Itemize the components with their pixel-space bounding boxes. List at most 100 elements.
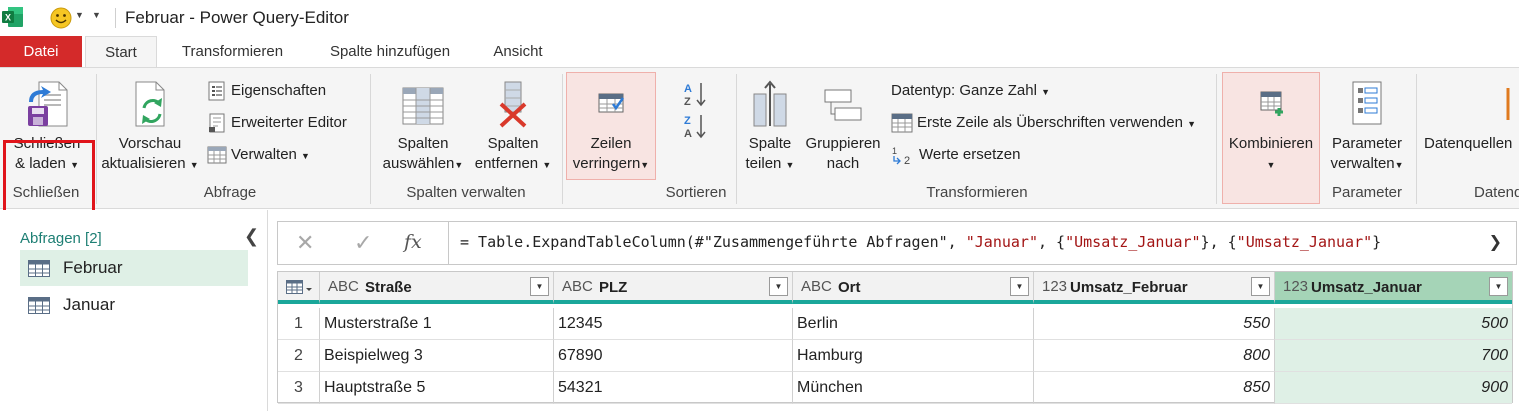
excel-logo-icon: X <box>2 7 23 27</box>
smiley-dropdown-caret-icon[interactable]: ▼ <box>75 10 84 20</box>
combine-dropdown-icon[interactable]: ▼ <box>1267 160 1276 170</box>
cancel-icon[interactable]: ✕ <box>296 230 314 256</box>
refresh-label-2: aktualisieren <box>101 155 186 172</box>
data-source-settings-button[interactable]: Datenquellen <box>1424 80 1519 154</box>
combine-label: Kombinieren <box>1228 135 1314 152</box>
replace-values-button[interactable]: 1 2 Werte ersetzen <box>891 144 1020 167</box>
first-row-dropdown-icon[interactable]: ▼ <box>1187 119 1196 129</box>
choose-columns-label-1: Spalten <box>397 135 449 152</box>
row-number[interactable]: 3 <box>278 372 320 404</box>
datatype-label: Datentyp: Ganze Zahl <box>891 82 1037 99</box>
row-number[interactable]: 1 <box>278 308 320 340</box>
reduce-rows-dropdown-icon[interactable]: ▼ <box>640 160 649 170</box>
table-cell[interactable]: 550 <box>1034 308 1275 340</box>
column-header-ort[interactable]: ABC Ort ▼ <box>793 272 1034 304</box>
refresh-dropdown-icon[interactable]: ▼ <box>190 160 199 170</box>
filter-dropdown-icon[interactable]: ▼ <box>769 277 788 296</box>
split-column-button[interactable]: Spalte teilen ▼ <box>740 80 800 175</box>
table-menu-corner[interactable] <box>278 272 320 304</box>
smiley-feedback-icon[interactable] <box>50 7 72 29</box>
tab-spalte-hinzufuegen[interactable]: Spalte hinzufügen <box>310 36 470 68</box>
table-cell[interactable]: 12345 <box>554 308 793 340</box>
group-label-transformieren: Transformieren <box>926 184 1028 201</box>
text-type-icon[interactable]: ABC <box>562 278 593 295</box>
table-cell[interactable]: Hauptstraße 5 <box>320 372 554 404</box>
table-cell[interactable]: 67890 <box>554 340 793 372</box>
collapse-pane-icon[interactable]: ❮ <box>244 226 259 247</box>
first-row-as-headers-button[interactable]: Erste Zeile als Überschriften verwenden … <box>891 112 1196 134</box>
group-separator <box>736 74 737 204</box>
reduce-rows-icon <box>598 93 625 113</box>
manage-dropdown-icon[interactable]: ▼ <box>301 151 310 161</box>
column-name: Ort <box>838 279 861 296</box>
ribbon: Schließen & laden ▼ Schließen Vorschau a… <box>0 67 1519 275</box>
table-cell[interactable]: Hamburg <box>793 340 1034 372</box>
row-number[interactable]: 2 <box>278 340 320 372</box>
table-cell[interactable]: Musterstraße 1 <box>320 308 554 340</box>
sort-descending-button[interactable]: Z A <box>683 112 713 140</box>
column-header-umsatz-februar[interactable]: 123 Umsatz_Februar ▼ <box>1034 272 1275 304</box>
manage-parameters-button[interactable]: Parameter verwalten▼ <box>1322 80 1412 175</box>
column-header-strasse[interactable]: ABC Straße ▼ <box>320 272 554 304</box>
choose-columns-button[interactable]: Spalten auswählen▼ <box>378 80 468 175</box>
filter-dropdown-icon[interactable]: ▼ <box>1251 277 1270 296</box>
table-cell[interactable]: Beispielweg 3 <box>320 340 554 372</box>
text-type-icon[interactable]: ABC <box>328 278 359 295</box>
refresh-preview-button[interactable]: Vorschau aktualisieren ▼ <box>98 80 202 175</box>
number-type-icon[interactable]: 123 <box>1042 278 1067 295</box>
formula-input[interactable]: = Table.ExpandTableColumn(#"Zusammengefü… <box>460 233 1381 251</box>
datatype-dropdown-icon[interactable]: ▼ <box>1041 87 1050 97</box>
advanced-editor-button[interactable]: Erweiterter Editor <box>207 112 347 134</box>
text-type-icon[interactable]: ABC <box>801 278 832 295</box>
group-by-button[interactable]: Gruppieren nach <box>800 80 886 174</box>
reduce-rows-button[interactable]: Zeilen verringern▼ <box>566 80 656 175</box>
filter-dropdown-icon[interactable]: ▼ <box>530 277 549 296</box>
table-cell[interactable]: 54321 <box>554 372 793 404</box>
column-header-umsatz-januar[interactable]: 123 Umsatz_Januar ▼ <box>1275 272 1512 304</box>
group-label-sortieren: Sortieren <box>665 184 727 201</box>
confirm-check-icon[interactable]: ✓ <box>354 230 372 256</box>
svg-text:X: X <box>5 13 11 23</box>
remove-columns-label-1: Spalten <box>487 135 539 152</box>
table-cell[interactable]: 700 <box>1275 340 1512 372</box>
table-cell[interactable]: 800 <box>1034 340 1275 372</box>
properties-button[interactable]: Eigenschaften <box>207 80 326 102</box>
table-cell[interactable]: 500 <box>1275 308 1512 340</box>
table-cell[interactable]: 850 <box>1034 372 1275 404</box>
split-column-icon <box>753 80 787 127</box>
number-type-icon[interactable]: 123 <box>1283 278 1308 295</box>
column-name: Umsatz_Januar <box>1311 279 1422 296</box>
reduce-rows-label-2: verringern <box>572 155 641 172</box>
tab-start[interactable]: Start <box>85 36 157 68</box>
filter-dropdown-icon[interactable]: ▼ <box>1489 277 1508 296</box>
split-column-dropdown-icon[interactable]: ▼ <box>786 160 795 170</box>
filter-dropdown-icon[interactable]: ▼ <box>1010 277 1029 296</box>
column-name: PLZ <box>599 279 628 296</box>
parameters-label-1: Parameter <box>1331 135 1403 152</box>
datatype-dropdown[interactable]: Datentyp: Ganze Zahl ▼ <box>891 80 1050 102</box>
expand-formula-chevron-icon[interactable]: ❯ <box>1489 232 1502 252</box>
parameters-dropdown-icon[interactable]: ▼ <box>1395 160 1404 170</box>
quick-access-customize-icon[interactable]: ▼ <box>92 10 101 20</box>
table-cell[interactable]: 900 <box>1275 372 1512 404</box>
remove-columns-dropdown-icon[interactable]: ▼ <box>542 160 551 170</box>
sort-ascending-button[interactable]: A Z <box>683 80 713 108</box>
fx-icon[interactable]: fx <box>404 231 422 253</box>
combine-button[interactable]: Kombinieren ▼ <box>1222 80 1320 175</box>
query-item-januar[interactable]: Januar <box>20 287 248 323</box>
table-cell[interactable]: Berlin <box>793 308 1034 340</box>
query-item-februar[interactable]: Februar <box>20 250 248 286</box>
query-item-label: Januar <box>63 295 115 314</box>
tab-transformieren[interactable]: Transformieren <box>165 36 300 68</box>
remove-columns-label-2: entfernen <box>474 155 539 172</box>
manage-button[interactable]: Verwalten ▼ <box>207 144 310 166</box>
group-label-abfrage: Abfrage <box>203 184 257 201</box>
remove-columns-button[interactable]: Spalten entfernen ▼ <box>470 80 556 175</box>
group-by-label-2: nach <box>826 155 860 172</box>
tab-datei[interactable]: Datei <box>0 36 82 68</box>
choose-columns-dropdown-icon[interactable]: ▼ <box>454 160 463 170</box>
tab-ansicht[interactable]: Ansicht <box>480 36 556 68</box>
advanced-editor-icon <box>209 113 225 133</box>
column-header-plz[interactable]: ABC PLZ ▼ <box>554 272 793 304</box>
table-cell[interactable]: München <box>793 372 1034 404</box>
